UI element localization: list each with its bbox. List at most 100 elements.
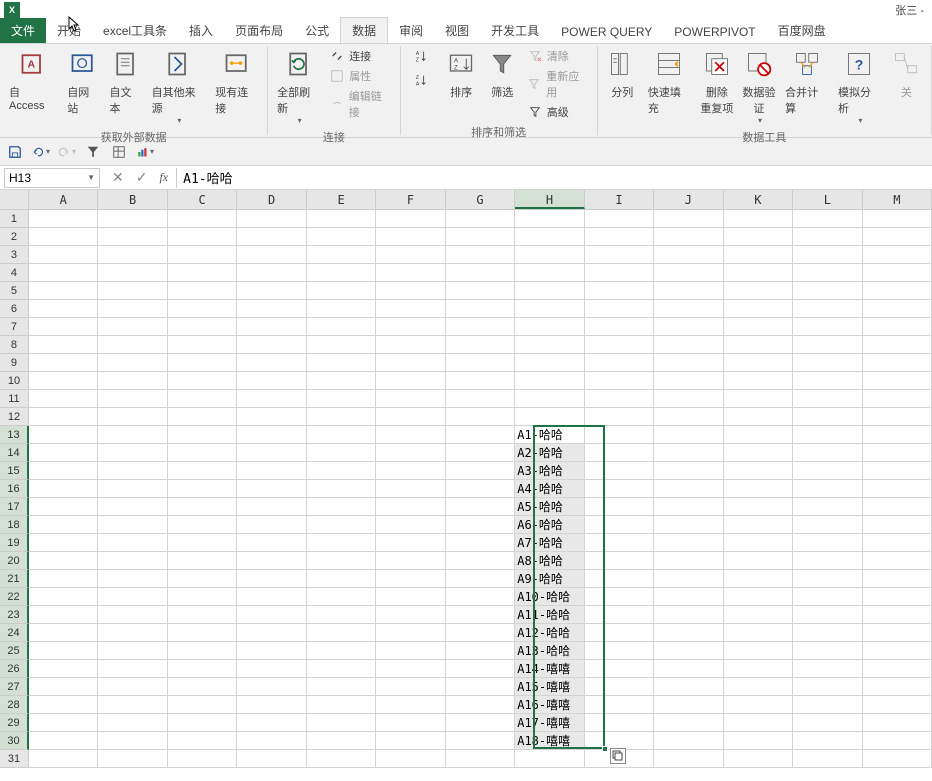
row-header-1[interactable]: 1	[0, 210, 29, 228]
cell[interactable]	[446, 228, 515, 246]
cell[interactable]	[307, 462, 376, 480]
cell[interactable]	[307, 210, 376, 228]
cell[interactable]	[376, 390, 445, 408]
cell[interactable]	[168, 516, 237, 534]
cell[interactable]	[376, 246, 445, 264]
sort-asc-button[interactable]: AZ	[409, 46, 437, 66]
cell[interactable]	[29, 462, 98, 480]
tab-review[interactable]: 审阅	[388, 18, 434, 43]
tab-file[interactable]: 文件	[0, 18, 46, 43]
row-header-4[interactable]: 4	[0, 264, 29, 282]
cell[interactable]	[446, 264, 515, 282]
cell[interactable]	[446, 732, 515, 750]
autofill-options-button[interactable]	[610, 748, 626, 764]
cell[interactable]	[307, 516, 376, 534]
row-header-9[interactable]: 9	[0, 354, 29, 372]
filter-qat-button[interactable]	[84, 143, 102, 161]
cell[interactable]	[237, 660, 306, 678]
cell[interactable]	[237, 624, 306, 642]
cell[interactable]	[654, 570, 723, 588]
row-header-15[interactable]: 15	[0, 462, 29, 480]
cell[interactable]	[515, 390, 584, 408]
cell[interactable]	[724, 246, 793, 264]
cell[interactable]	[793, 408, 862, 426]
cell[interactable]	[724, 678, 793, 696]
cell[interactable]	[724, 354, 793, 372]
advanced-filter-button[interactable]: 高级	[523, 102, 593, 122]
cell[interactable]	[376, 480, 445, 498]
cell[interactable]	[168, 246, 237, 264]
cell[interactable]	[446, 354, 515, 372]
cell[interactable]	[446, 534, 515, 552]
cell[interactable]	[307, 300, 376, 318]
undo-button[interactable]: ▾	[32, 143, 50, 161]
cell[interactable]	[446, 408, 515, 426]
cell[interactable]	[654, 318, 723, 336]
cell[interactable]	[585, 318, 654, 336]
cell[interactable]	[793, 264, 862, 282]
cell[interactable]	[446, 642, 515, 660]
cell[interactable]	[515, 300, 584, 318]
cell[interactable]	[446, 390, 515, 408]
cell[interactable]	[29, 336, 98, 354]
cell[interactable]	[724, 498, 793, 516]
cell[interactable]	[29, 444, 98, 462]
cell[interactable]	[168, 282, 237, 300]
cell[interactable]	[585, 606, 654, 624]
cell[interactable]	[724, 588, 793, 606]
cell[interactable]	[376, 300, 445, 318]
cell[interactable]	[376, 714, 445, 732]
cell[interactable]	[724, 642, 793, 660]
cell[interactable]	[168, 624, 237, 642]
cell[interactable]	[654, 534, 723, 552]
cell[interactable]	[793, 480, 862, 498]
col-header-B[interactable]: B	[98, 190, 167, 209]
cell[interactable]	[863, 660, 932, 678]
cell[interactable]	[307, 426, 376, 444]
cell[interactable]	[585, 696, 654, 714]
cell[interactable]	[654, 462, 723, 480]
cell[interactable]	[98, 750, 167, 768]
cell[interactable]: A3-哈哈	[515, 462, 584, 480]
row-header-21[interactable]: 21	[0, 570, 29, 588]
cell[interactable]	[307, 282, 376, 300]
from-web-button[interactable]: 自网站	[62, 46, 104, 118]
cell[interactable]	[29, 228, 98, 246]
cell[interactable]	[307, 228, 376, 246]
pivot-qat-button[interactable]	[110, 143, 128, 161]
cell[interactable]	[863, 552, 932, 570]
tab-developer[interactable]: 开发工具	[480, 18, 550, 43]
cell[interactable]	[863, 318, 932, 336]
cell[interactable]	[515, 372, 584, 390]
cell[interactable]	[307, 678, 376, 696]
cell[interactable]	[724, 714, 793, 732]
relations-button[interactable]: 关	[886, 46, 927, 102]
col-header-K[interactable]: K	[724, 190, 793, 209]
cell[interactable]	[446, 282, 515, 300]
cell[interactable]	[654, 642, 723, 660]
cell[interactable]: A13-哈哈	[515, 642, 584, 660]
cell[interactable]	[446, 624, 515, 642]
cell[interactable]	[863, 732, 932, 750]
cell[interactable]	[863, 714, 932, 732]
cell[interactable]	[863, 642, 932, 660]
cell[interactable]	[654, 264, 723, 282]
spreadsheet-grid[interactable]: ABCDEFGHIJKLM 12345678910111213A1-哈哈14A2…	[0, 190, 932, 768]
cell[interactable]	[376, 264, 445, 282]
row-header-17[interactable]: 17	[0, 498, 29, 516]
row-header-29[interactable]: 29	[0, 714, 29, 732]
cell[interactable]	[237, 408, 306, 426]
cell[interactable]	[168, 570, 237, 588]
cell[interactable]	[793, 228, 862, 246]
sort-button[interactable]: AZ 排序	[441, 46, 482, 102]
cell[interactable]	[793, 534, 862, 552]
row-header-19[interactable]: 19	[0, 534, 29, 552]
cell[interactable]	[307, 408, 376, 426]
cell[interactable]	[654, 246, 723, 264]
cell[interactable]	[446, 336, 515, 354]
cell[interactable]	[654, 282, 723, 300]
cell[interactable]	[168, 696, 237, 714]
cell[interactable]	[863, 228, 932, 246]
col-header-H[interactable]: H	[515, 190, 584, 209]
cell[interactable]	[863, 678, 932, 696]
